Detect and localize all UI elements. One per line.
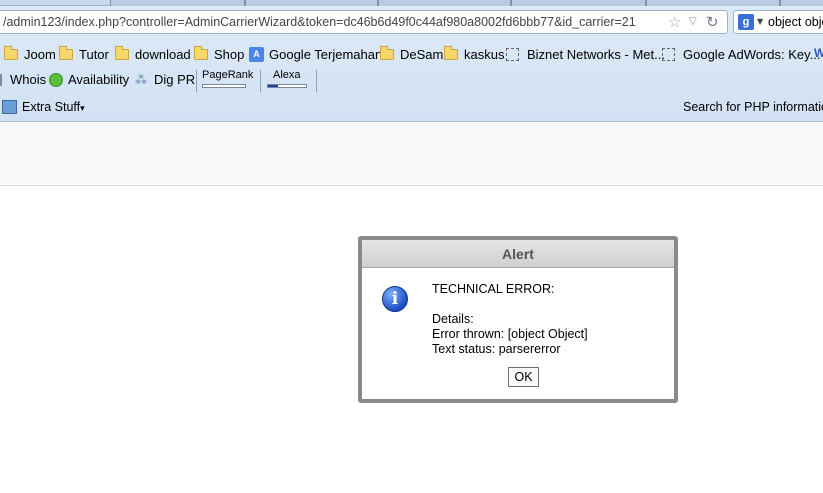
dig-pr-label: Dig PR	[154, 72, 196, 87]
alert-line: Details:	[432, 312, 474, 326]
alert-title: Alert	[362, 240, 674, 268]
info-icon: i	[382, 286, 408, 312]
search-bar[interactable]: g ▼ object obje	[733, 10, 823, 34]
bookmark-label: Biznet Networks - Met...	[527, 46, 665, 62]
bookmark-tutor[interactable]: Tutor	[59, 43, 109, 65]
bookmark-biznet[interactable]: Biznet Networks - Met...	[506, 43, 665, 65]
pagerank-meter[interactable]: PageRank	[202, 69, 254, 88]
browser-chrome: /admin123/index.php?controller=AdminCarr…	[0, 6, 823, 122]
folder-icon	[59, 45, 73, 60]
url-bar[interactable]: /admin123/index.php?controller=AdminCarr…	[0, 10, 728, 34]
extra-stuff-label: Extra Stuff	[22, 100, 81, 114]
grid-icon	[2, 100, 17, 114]
overflow-icon[interactable]: W	[814, 46, 823, 60]
alexa-meter[interactable]: Alexa	[267, 69, 307, 88]
folder-icon	[444, 45, 458, 60]
alert-dialog: Alert i TECHNICAL ERROR: Details: Error …	[358, 236, 678, 403]
toolbar-separator	[316, 70, 317, 92]
folder-icon	[4, 45, 18, 60]
bookmarks-toolbar: Joom Tutor download Shop A Google Terjem…	[0, 43, 823, 65]
toolbar-separator	[260, 70, 261, 92]
url-text[interactable]: /admin123/index.php?controller=AdminCarr…	[3, 15, 636, 29]
extra-stuff-menu[interactable]: Extra Stuff▾	[22, 100, 85, 114]
seo-toolbar: Whois Availability ⁂ Dig PR PageRank Ale…	[0, 68, 823, 94]
folder-icon	[194, 45, 208, 60]
alert-line: TECHNICAL ERROR:	[432, 282, 555, 296]
chevron-down-icon[interactable]: ▽	[689, 16, 697, 27]
page-header-bar	[0, 123, 823, 186]
alexa-bar	[267, 84, 307, 88]
reload-icon[interactable]: ↻	[706, 13, 719, 31]
bookmark-shop[interactable]: Shop	[194, 43, 244, 65]
network-icon: ⁂	[135, 72, 147, 87]
toolbar-separator	[196, 70, 197, 92]
alert-line	[432, 297, 588, 312]
folder-icon	[115, 45, 129, 60]
availability-label: Availability	[68, 72, 130, 87]
bookmark-label: Joom	[24, 46, 56, 62]
magnifier-icon	[49, 72, 63, 87]
page-icon	[506, 47, 519, 61]
bookmark-label: DeSam	[400, 46, 444, 62]
alexa-label: Alexa	[273, 69, 301, 81]
bookmark-google-terjemahan[interactable]: A Google Terjemahan	[249, 43, 382, 65]
bookmark-label: Google AdWords: Key...	[683, 46, 821, 62]
bookmark-download[interactable]: download	[115, 43, 191, 65]
alert-line: Text status: parsererror	[432, 342, 561, 356]
bookmark-label: Shop	[214, 46, 245, 62]
bookmark-kaskus[interactable]: kaskus	[444, 43, 504, 65]
caret-down-icon: ▾	[80, 103, 85, 113]
ok-button[interactable]: OK	[508, 367, 539, 387]
page-icon	[662, 47, 675, 61]
search-input[interactable]: object obje	[768, 15, 823, 29]
google-icon[interactable]: g	[738, 14, 754, 30]
whois-label: Whois	[10, 72, 47, 87]
bookmark-google-adwords[interactable]: Google AdWords: Key...	[662, 43, 821, 65]
google-translate-icon: A	[249, 46, 264, 62]
availability-button[interactable]: Availability	[49, 72, 129, 87]
bookmark-label: kaskus	[464, 46, 505, 62]
pagerank-bar	[202, 84, 246, 88]
star-icon[interactable]: ☆	[668, 13, 681, 31]
dig-pr-button[interactable]: ⁂ Dig PR	[135, 72, 195, 87]
bookmark-label: download	[135, 46, 191, 62]
bookmark-label: Google Terjemahan	[269, 46, 383, 62]
whois-button[interactable]: Whois	[0, 72, 46, 87]
alert-line: Error thrown: [object Object]	[432, 327, 588, 341]
search-engine-dropdown-icon[interactable]: ▼	[757, 17, 763, 26]
alert-message: TECHNICAL ERROR: Details: Error thrown: …	[432, 282, 588, 357]
pagerank-label: PageRank	[202, 69, 254, 81]
search-php-info-link[interactable]: Search for PHP information	[683, 100, 823, 114]
bookmark-label: Tutor	[79, 46, 109, 62]
extra-toolbar: Extra Stuff▾ Search for PHP information	[0, 98, 823, 118]
whois-icon	[0, 73, 8, 86]
bookmark-desam[interactable]: DeSam	[380, 43, 443, 65]
alexa-fill	[268, 85, 278, 87]
bookmark-joom[interactable]: Joom	[4, 43, 56, 65]
folder-icon	[380, 45, 394, 60]
